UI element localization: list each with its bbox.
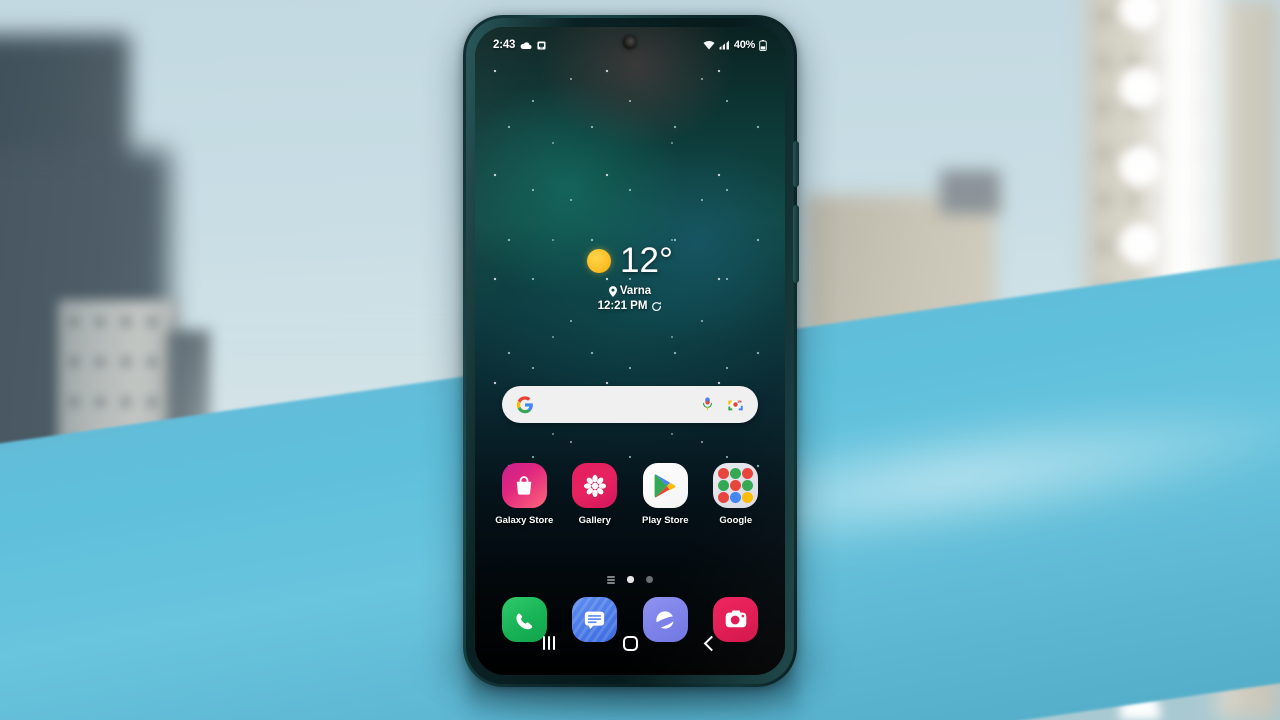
folder-app (730, 480, 742, 491)
phone-screen[interactable]: 2:43 40% 12° Varna 12:21 PM Galaxy Store… (475, 27, 785, 675)
folder-app (742, 492, 754, 503)
recents-button[interactable] (543, 636, 555, 650)
search-input[interactable] (534, 397, 701, 412)
google-lens-icon[interactable] (727, 397, 744, 412)
gallery-icon (572, 463, 618, 508)
weather-updated-row: 12:21 PM (598, 300, 663, 312)
back-button[interactable] (703, 635, 720, 651)
search-bar-actions (701, 397, 744, 413)
folder-app (718, 468, 730, 479)
folder-app (718, 480, 730, 491)
folder-app (730, 468, 742, 479)
navigation-bar (475, 627, 785, 659)
app-play-store[interactable]: Play Store (634, 463, 696, 526)
screenshot-icon (537, 40, 546, 50)
samsung-free-icon[interactable] (607, 576, 615, 584)
app-google-folder[interactable]: Google (705, 463, 767, 526)
app-grid: Galaxy Store Gallery Play Store Google (475, 463, 785, 526)
app-label: Galaxy Store (495, 515, 554, 526)
galaxy-store-icon (501, 463, 547, 508)
wifi-icon (703, 40, 715, 50)
folder-app (742, 480, 754, 491)
screenshot-scene: 2:43 40% 12° Varna 12:21 PM Galaxy Store… (0, 0, 1280, 720)
app-label: Google (719, 515, 753, 526)
cloud-icon (520, 41, 532, 50)
page-indicator (475, 576, 785, 584)
status-bar: 2:43 40% (475, 35, 785, 55)
app-gallery[interactable]: Gallery (564, 463, 626, 526)
location-pin-icon (608, 285, 617, 297)
microphone-icon[interactable] (701, 397, 714, 413)
folder-app-grid (713, 463, 758, 508)
folder-app (718, 492, 730, 503)
weather-location-label: Varna (619, 285, 652, 297)
google-search-bar[interactable] (502, 386, 758, 423)
app-galaxy-store[interactable]: Galaxy Store (493, 463, 555, 526)
weather-location-row: Varna (608, 285, 652, 297)
weather-updated-time: 12:21 PM (597, 300, 648, 312)
signal-icon (719, 40, 730, 50)
app-label: Gallery (578, 515, 611, 526)
status-bar-clock: 2:43 (493, 39, 516, 51)
status-bar-left: 2:43 (493, 39, 546, 51)
power-button[interactable] (793, 141, 799, 187)
folder-app (730, 492, 742, 503)
weather-temperature: 12° (620, 241, 673, 280)
play-store-icon (642, 463, 688, 508)
battery-percentage: 40% (733, 39, 755, 51)
weather-widget[interactable]: 12° Varna 12:21 PM (475, 243, 785, 312)
folder-app (742, 468, 754, 479)
refresh-icon[interactable] (651, 301, 662, 312)
home-button[interactable] (623, 635, 638, 651)
status-bar-right: 40% (703, 39, 767, 51)
app-label: Play Store (642, 515, 689, 526)
building-right-rooftop (940, 170, 1000, 214)
volume-button[interactable] (793, 205, 799, 283)
sun-icon (587, 248, 612, 273)
google-folder-icon (713, 463, 759, 508)
weather-main-row: 12° (587, 243, 673, 278)
google-g-icon (516, 395, 534, 414)
battery-icon (759, 39, 767, 51)
page-dot[interactable] (646, 576, 653, 584)
home-page-icon[interactable] (627, 576, 634, 584)
